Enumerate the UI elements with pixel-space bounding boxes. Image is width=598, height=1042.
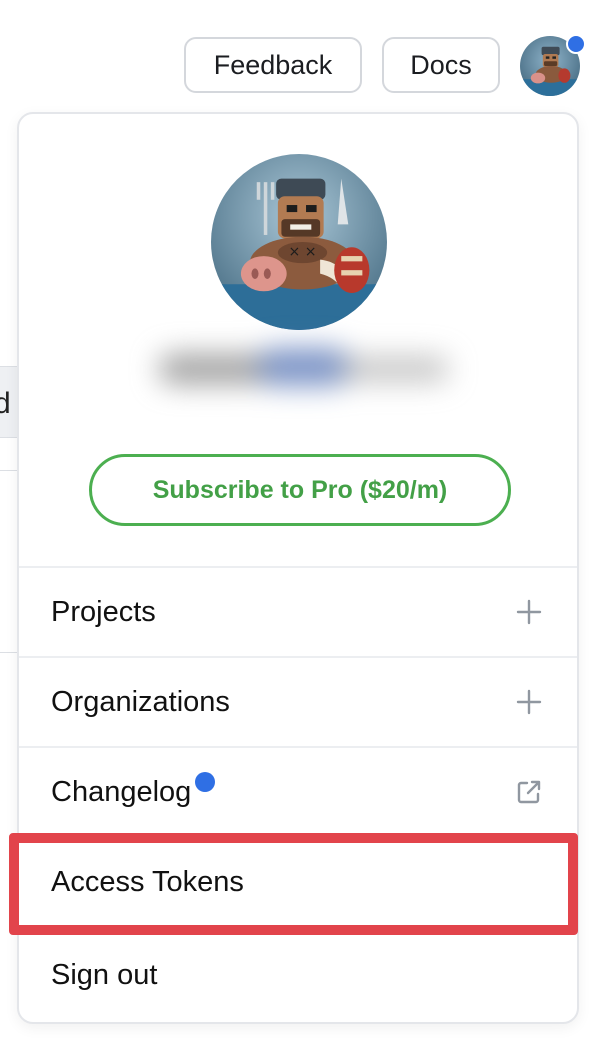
profile-dropdown-menu: × × Subscribe to Pro ($20/m) Projects Or… xyxy=(17,112,579,1024)
menu-item-label: Organizations xyxy=(51,685,230,718)
background-divider xyxy=(0,470,18,471)
plus-icon[interactable] xyxy=(515,598,543,626)
menu-item-sign-out[interactable]: Sign out xyxy=(19,926,577,1022)
svg-text:× ×: × × xyxy=(288,244,316,260)
background-divider xyxy=(0,652,18,653)
external-link-icon xyxy=(517,780,541,804)
user-avatar-button[interactable] xyxy=(520,34,586,96)
background-tab-fragment: d xyxy=(0,366,18,438)
menu-item-label: Projects xyxy=(51,595,156,628)
blurred-username xyxy=(139,324,459,404)
menu-item-label: Changelog xyxy=(51,771,216,809)
profile-avatar: × × xyxy=(211,154,387,330)
avatar-image: × × xyxy=(211,154,387,330)
plus-icon[interactable] xyxy=(515,688,543,716)
docs-button[interactable]: Docs xyxy=(382,37,500,93)
menu-item-projects[interactable]: Projects xyxy=(19,566,577,656)
menu-item-label: Sign out xyxy=(51,958,158,991)
menu-item-changelog[interactable]: Changelog xyxy=(19,746,577,836)
subscribe-pro-button[interactable]: Subscribe to Pro ($20/m) xyxy=(89,454,511,526)
menu-item-access-tokens[interactable]: Access Tokens xyxy=(19,836,577,926)
menu-item-organizations[interactable]: Organizations xyxy=(19,656,577,746)
notification-dot xyxy=(566,34,586,54)
feedback-button[interactable]: Feedback xyxy=(184,37,362,93)
new-indicator-dot xyxy=(195,771,216,792)
menu-item-label: Access Tokens xyxy=(51,865,244,898)
background-text-fragment: d xyxy=(0,387,11,420)
